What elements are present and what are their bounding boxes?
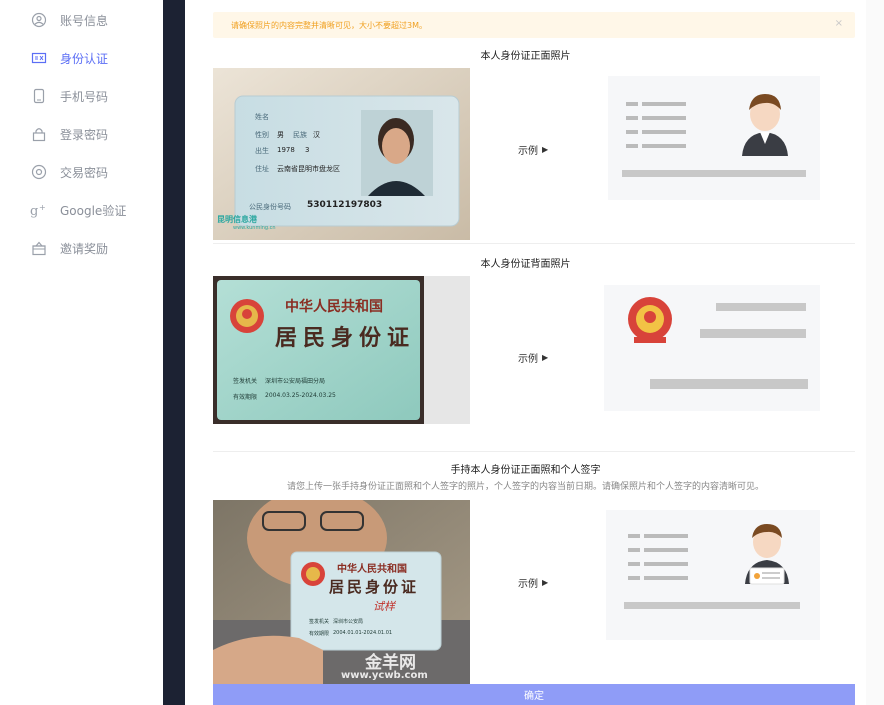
front-sex-label: 性别 [255, 131, 269, 139]
section-separator [213, 243, 855, 244]
sidebar-item-label: 邀请奖励 [60, 241, 109, 256]
lock-icon [30, 125, 48, 143]
example-link-back[interactable]: 示例 ▶ [518, 350, 548, 365]
sidebar-item-invite-reward[interactable]: 邀请奖励 [30, 236, 108, 260]
example-link-front[interactable]: 示例 ▶ [518, 142, 548, 157]
hand-card-title: 居民身份证 [329, 578, 420, 596]
close-icon[interactable]: × [835, 18, 843, 29]
sidebar-divider [163, 0, 185, 705]
id-back-upload[interactable]: 中华人民共和国 居民身份证 签发机关 深圳市公安局福田分局 有效期限 2004.… [213, 276, 470, 424]
phone-icon [30, 87, 48, 105]
sidebar-item-google-auth[interactable]: g + Google验证 [30, 198, 126, 222]
back-validity-label: 有效期限 [233, 394, 258, 401]
front-id-value: 530112197803 [307, 200, 383, 210]
example-card-back [604, 285, 820, 411]
back-validity-value: 2004.03.25-2024.03.25 [265, 392, 336, 399]
example-label: 示例 [518, 579, 538, 590]
example-link-handheld[interactable]: 示例 ▶ [518, 575, 548, 590]
section-title-handheld: 手持本人身份证正面照和个人签字 [450, 465, 601, 476]
sidebar-item-phone[interactable]: 手机号码 [30, 84, 108, 108]
sidebar-item-trade-password[interactable]: 交易密码 [30, 160, 108, 184]
svg-text:g: g [30, 204, 38, 218]
back-card-title: 居民身份证 [275, 325, 416, 351]
id-front-upload[interactable]: 姓名 性别 男 民族 汉 出生 1978 3 住址 云南省昆明市盘龙区 公民身份… [213, 68, 470, 240]
hand-authority-value: 深圳市公安局 [333, 619, 364, 625]
hand-watermark-url: www.ycwb.com [341, 670, 428, 681]
example-label: 示例 [518, 146, 538, 157]
sidebar-item-login-password[interactable]: 登录密码 [30, 122, 108, 146]
svg-text:+: + [39, 203, 46, 212]
front-address-label: 住址 [255, 165, 269, 173]
front-birth-label: 出生 [255, 147, 269, 155]
back-authority-value: 深圳市公安局福田分局 [265, 378, 326, 385]
caret-right-icon: ▶ [542, 353, 549, 362]
front-id-label: 公民身份号码 [249, 203, 291, 211]
back-country: 中华人民共和国 [285, 299, 383, 315]
front-birth-year: 1978 [277, 146, 295, 154]
example-card-handheld [606, 510, 820, 640]
sidebar-item-identity[interactable]: 身份认证 [30, 46, 108, 70]
hand-stamp: 试样 [373, 600, 395, 613]
section-separator [213, 451, 855, 452]
front-ethnicity-label: 民族 [293, 131, 307, 139]
front-birth-month: 3 [305, 146, 310, 154]
section-title-back: 本人身份证背面照片 [480, 259, 571, 270]
front-ethnicity-value: 汉 [313, 131, 320, 139]
google-plus-icon: g + [30, 201, 48, 219]
example-label: 示例 [518, 354, 538, 365]
sidebar-item-label: 手机号码 [60, 89, 109, 104]
sidebar-item-label: 账号信息 [60, 13, 109, 28]
example-card-front [608, 76, 820, 200]
sidebar: 账号信息 身份认证 手机号码 登录密码 交易密码 g+ Google验证 邀请 [0, 0, 163, 705]
right-gutter [866, 0, 884, 705]
front-name-label: 姓名 [255, 113, 269, 121]
section-title-front: 本人身份证正面照片 [480, 51, 571, 62]
id-handheld-upload[interactable]: 中华人民共和国 居民身份证 试样 签发机关 深圳市公安局 有效期限 2004.0… [213, 500, 470, 684]
front-watermark-url: www.kunming.cn [233, 225, 276, 231]
notice-text: 请确保照片的内容完整并清晰可见，大小不要超过3M。 [231, 20, 427, 30]
section-subtitle-handheld: 请您上传一张手持身份证正面照和个人签字的照片，个人签字的内容当前日期。请确保照片… [286, 482, 764, 492]
user-circle-icon [30, 11, 48, 29]
hand-country: 中华人民共和国 [337, 564, 407, 575]
sidebar-item-account-info[interactable]: 账号信息 [30, 8, 108, 32]
front-sex-value: 男 [277, 131, 284, 139]
id-card-icon [30, 49, 48, 67]
back-authority-label: 签发机关 [233, 378, 258, 385]
confirm-button[interactable]: 确定 [213, 684, 855, 705]
gift-icon [30, 239, 48, 257]
caret-right-icon: ▶ [542, 145, 549, 154]
front-watermark: 昆明信息港 [217, 215, 257, 224]
sidebar-item-label: Google验证 [60, 203, 127, 218]
sidebar-item-label: 登录密码 [60, 127, 109, 142]
caret-right-icon: ▶ [542, 578, 549, 587]
hand-validity-value: 2004.01.01-2024.01.01 [333, 630, 393, 636]
hand-authority-label: 签发机关 [309, 619, 330, 625]
identity-verification-panel: 请确保照片的内容完整并清晰可见，大小不要超过3M。 × 本人身份证正面照片 姓名… [185, 0, 866, 705]
hand-validity-label: 有效期限 [309, 631, 330, 637]
sidebar-item-label: 身份认证 [60, 51, 109, 66]
record-icon [30, 163, 48, 181]
sidebar-item-label: 交易密码 [60, 165, 109, 180]
notice-banner: 请确保照片的内容完整并清晰可见，大小不要超过3M。 × [213, 12, 855, 38]
front-address-value: 云南省昆明市盘龙区 [277, 165, 340, 173]
